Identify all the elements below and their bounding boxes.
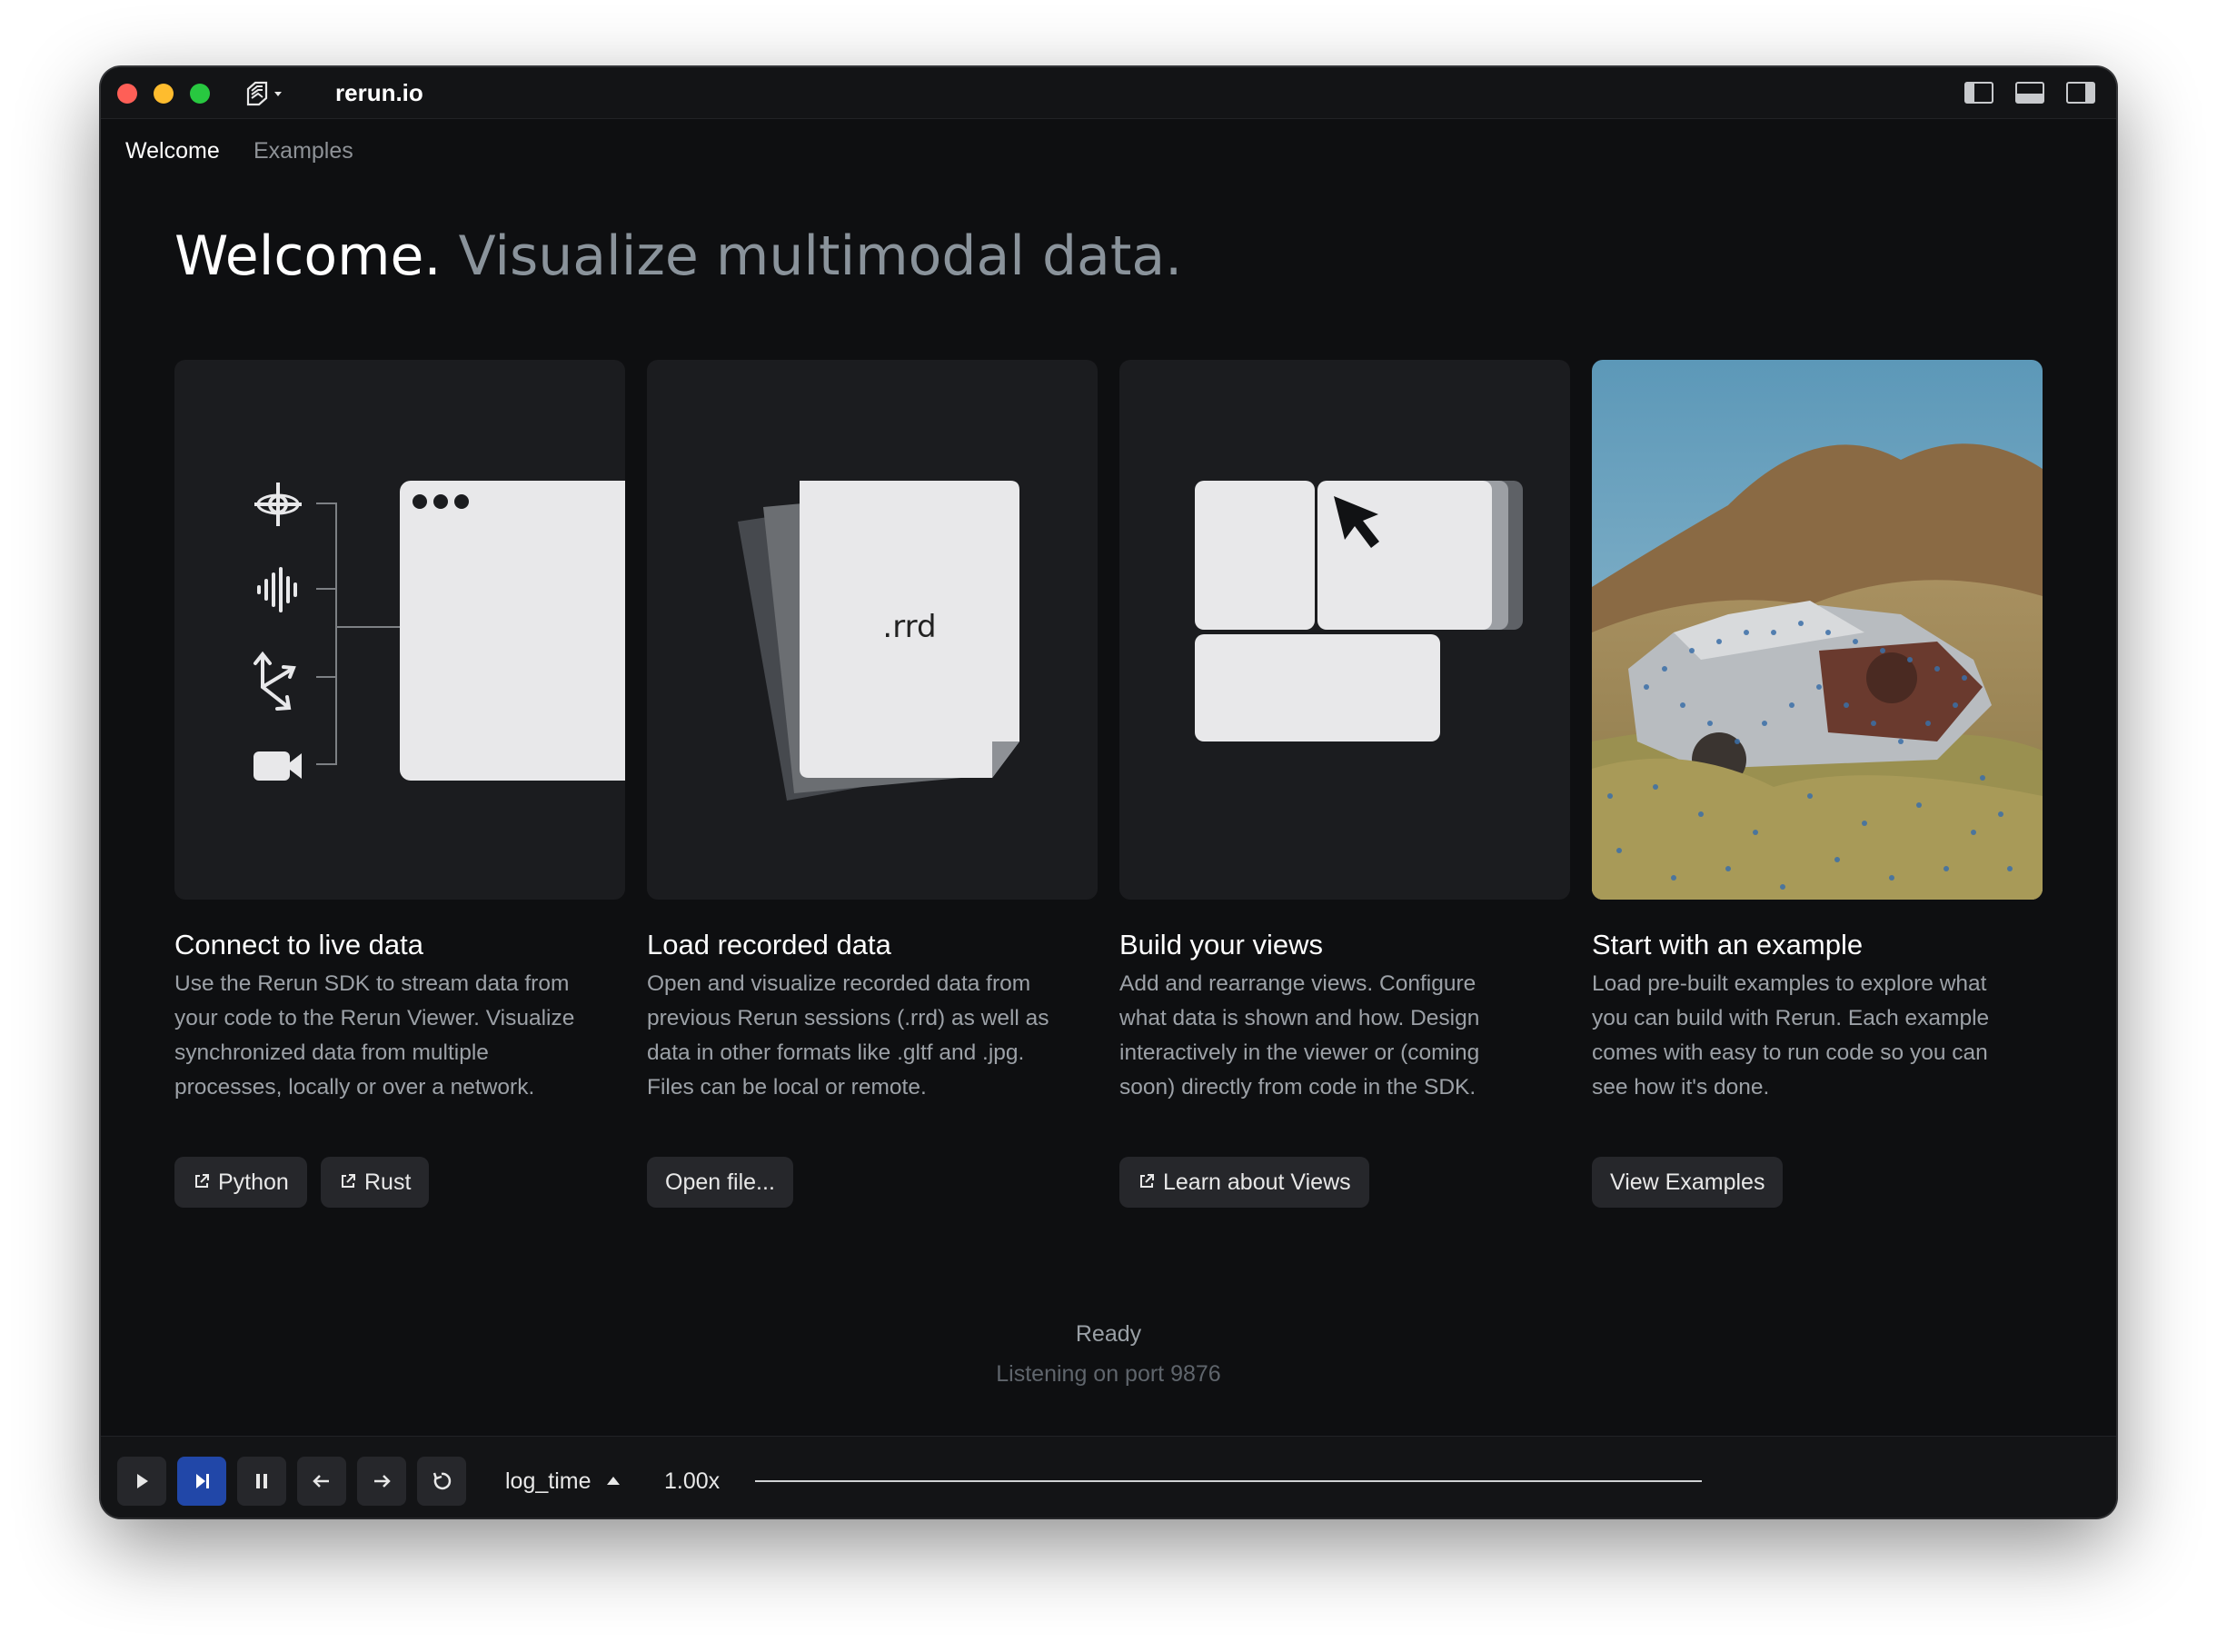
description-line: processes, locally or over a network. bbox=[174, 1075, 535, 1100]
description-line: what data is shown and how. Design bbox=[1119, 1006, 1480, 1030]
rerun-logo-icon bbox=[246, 81, 282, 106]
rust-docs-button[interactable]: Rust bbox=[321, 1157, 430, 1208]
page-title-muted: Visualize multimodal data. bbox=[458, 224, 1183, 288]
description-line: synchronized data from multiple bbox=[174, 1040, 489, 1065]
description-line: Files can be local or remote. bbox=[647, 1075, 927, 1100]
left-panel-icon bbox=[1964, 82, 1993, 104]
branch-arrows-icon bbox=[254, 651, 296, 711]
description-line: Use the Rerun SDK to stream data from bbox=[174, 971, 570, 996]
pause-button[interactable] bbox=[237, 1457, 286, 1506]
description-line: comes with easy to run code so you can bbox=[1592, 1040, 1988, 1065]
minimize-window-button[interactable] bbox=[154, 84, 174, 104]
button-label: Learn about Views bbox=[1163, 1169, 1351, 1195]
description-line: you can build with Rerun. Each example bbox=[1592, 1006, 1990, 1030]
timeline-selector[interactable]: log_time bbox=[505, 1464, 622, 1498]
tab-examples[interactable]: Examples bbox=[254, 133, 353, 169]
live-data-illustration bbox=[174, 360, 625, 900]
card-description-example: Load pre-built examples to explore what … bbox=[1592, 967, 2043, 1105]
time-panel: log_time 1.00x bbox=[101, 1436, 2116, 1518]
button-label: View Examples bbox=[1610, 1169, 1765, 1195]
step-forward-icon bbox=[196, 1474, 209, 1488]
rerun-menu-button[interactable] bbox=[243, 78, 288, 107]
button-label: Rust bbox=[364, 1169, 412, 1195]
bottom-panel-icon bbox=[2015, 82, 2044, 104]
audio-waveform-icon bbox=[257, 567, 297, 612]
chevron-down-icon bbox=[274, 92, 282, 96]
play-button[interactable] bbox=[117, 1457, 166, 1506]
caret-up-icon bbox=[607, 1477, 621, 1486]
status-ready: Ready bbox=[1075, 1321, 1142, 1347]
card-title-example: Start with an example bbox=[1592, 929, 1864, 960]
timeline-label: log_time bbox=[505, 1468, 592, 1494]
viewer-window-shape bbox=[400, 481, 625, 781]
open-file-button[interactable]: Open file... bbox=[647, 1157, 793, 1208]
page-title: Welcome. Visualize multimodal data. bbox=[174, 222, 1182, 291]
toggle-bottom-panel-button[interactable] bbox=[2014, 80, 2045, 105]
description-line: see how it's done. bbox=[1592, 1075, 1770, 1100]
viewer-window: rerun.io Welcome Examples Welcome. Visua… bbox=[101, 67, 2116, 1518]
card-title-recorded-data: Load recorded data bbox=[647, 929, 891, 960]
title-bar: rerun.io bbox=[101, 67, 2116, 119]
external-link-icon bbox=[342, 1174, 355, 1189]
video-camera-icon bbox=[254, 751, 302, 781]
button-label: Open file... bbox=[665, 1169, 775, 1195]
tab-welcome[interactable]: Welcome bbox=[125, 133, 220, 169]
python-docs-button[interactable]: Python bbox=[174, 1157, 307, 1208]
playback-speed[interactable]: 1.00x bbox=[664, 1464, 720, 1498]
pause-icon bbox=[256, 1474, 267, 1488]
description-line: Add and rearrange views. Configure bbox=[1119, 971, 1476, 996]
right-panel-icon bbox=[2066, 82, 2095, 104]
description-line: interactively in the viewer or (coming bbox=[1119, 1040, 1480, 1065]
toggle-right-panel-button[interactable] bbox=[2065, 80, 2096, 105]
page-title-strong: Welcome. bbox=[174, 224, 442, 288]
play-icon bbox=[137, 1474, 148, 1488]
recorded-data-illustration: .rrd bbox=[647, 360, 1098, 900]
arrow-right-icon bbox=[374, 1475, 391, 1488]
status-listening: Listening on port 9876 bbox=[996, 1361, 1221, 1387]
rrd-file-label: .rrd bbox=[882, 609, 937, 645]
card-title-live-data: Connect to live data bbox=[174, 929, 424, 960]
view-examples-button[interactable]: View Examples bbox=[1592, 1157, 1784, 1208]
follow-button[interactable] bbox=[177, 1457, 226, 1506]
card-description-live-data: Use the Rerun SDK to stream data from yo… bbox=[174, 967, 625, 1105]
description-line: Open and visualize recorded data from bbox=[647, 971, 1031, 996]
button-label: Python bbox=[218, 1169, 289, 1195]
description-line: your code to the Rerun Viewer. Visualize bbox=[174, 1006, 575, 1030]
card-description-views: Add and rearrange views. Configure what … bbox=[1119, 967, 1570, 1105]
views-illustration bbox=[1119, 360, 1570, 900]
arrow-left-icon bbox=[313, 1475, 329, 1488]
loop-icon bbox=[432, 1472, 452, 1490]
card-description-recorded-data: Open and visualize recorded data from pr… bbox=[647, 967, 1098, 1105]
step-back-button[interactable] bbox=[297, 1457, 346, 1506]
description-line: soon) directly from code in the SDK. bbox=[1119, 1075, 1476, 1100]
transform-axes-icon bbox=[254, 483, 302, 526]
zoom-window-button[interactable] bbox=[190, 84, 210, 104]
loop-button[interactable] bbox=[417, 1457, 466, 1506]
external-link-icon bbox=[1140, 1174, 1154, 1189]
description-line: previous Rerun sessions (.rrd) as well a… bbox=[647, 1006, 1049, 1030]
timeline-track[interactable] bbox=[755, 1480, 1702, 1482]
example-preview-image bbox=[1592, 360, 2043, 900]
step-forward-button[interactable] bbox=[357, 1457, 406, 1506]
toggle-left-panel-button[interactable] bbox=[1963, 80, 1994, 105]
card-title-views: Build your views bbox=[1119, 929, 1323, 960]
description-line: data in other formats like .gltf and .jp… bbox=[647, 1040, 1025, 1065]
external-link-icon bbox=[195, 1174, 209, 1189]
close-window-button[interactable] bbox=[117, 84, 137, 104]
window-title: rerun.io bbox=[335, 79, 423, 106]
learn-about-views-button[interactable]: Learn about Views bbox=[1119, 1157, 1369, 1208]
description-line: Load pre-built examples to explore what bbox=[1592, 971, 1987, 996]
